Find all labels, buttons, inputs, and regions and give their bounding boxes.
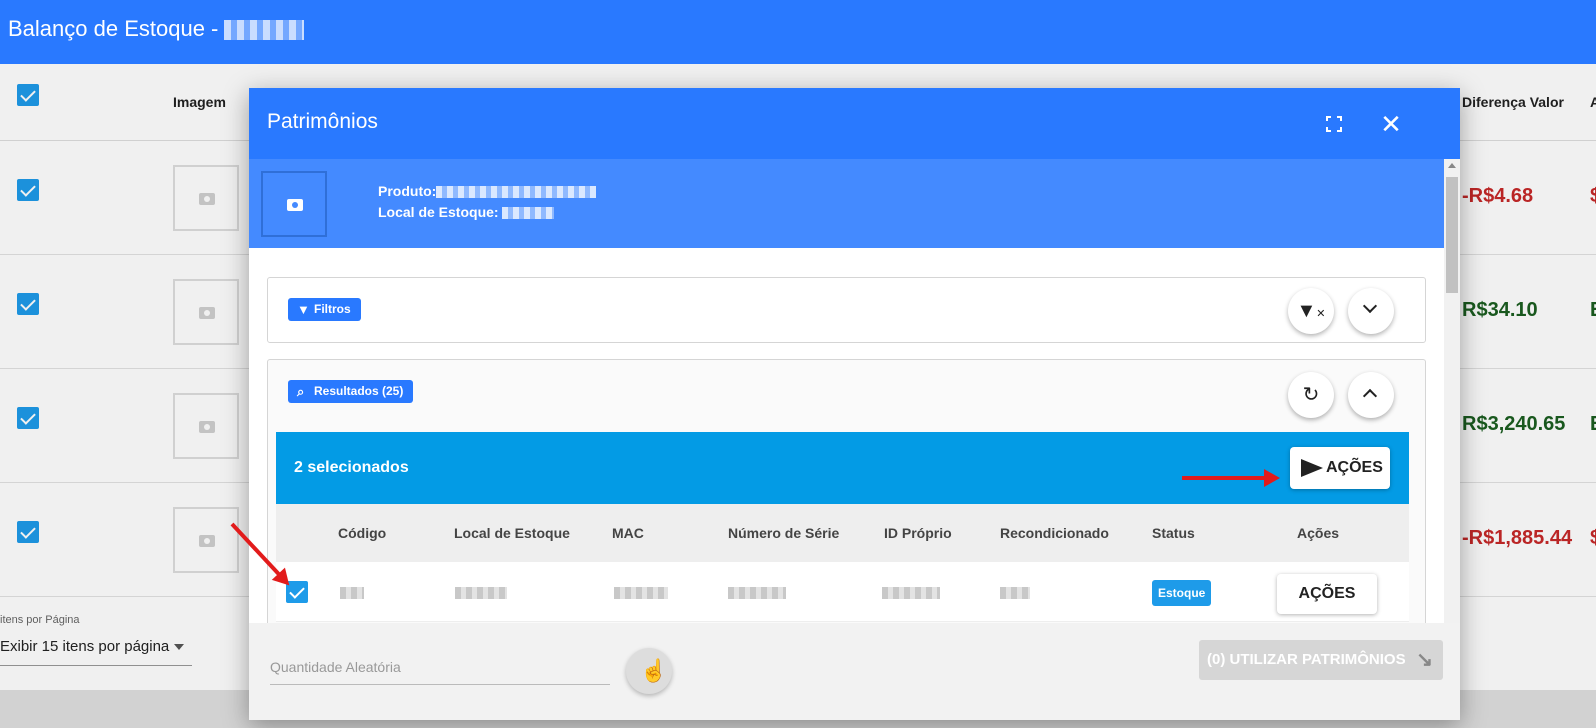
col-serial: Número de Série <box>728 525 840 541</box>
product-banner: Produto: Local de Estoque: <box>249 159 1444 248</box>
col-code: Código <box>338 525 387 541</box>
col-stock-location: Local de Estoque <box>454 525 570 541</box>
modal-scrollbar[interactable] <box>1444 159 1460 623</box>
expand-filters-button[interactable] <box>1348 288 1394 334</box>
annotation-arrow-actions <box>1182 469 1280 487</box>
redacted-code <box>340 587 364 599</box>
selection-toolbar: 2 selecionados AÇÕES <box>276 432 1409 504</box>
refresh-icon: ↻ <box>1302 384 1320 406</box>
modal-title: Patrimônios <box>267 110 378 133</box>
col-own-id: ID Próprio <box>884 525 952 541</box>
redacted-own-id <box>882 587 940 599</box>
stock-location-line: Local de Estoque: <box>378 204 555 220</box>
random-quantity-input[interactable] <box>270 649 610 685</box>
random-select-button[interactable]: ☝ <box>626 648 672 694</box>
asset-row[interactable]: Estoque AÇÕES <box>276 562 1409 622</box>
row-actions-button[interactable]: AÇÕES <box>1277 574 1377 614</box>
use-assets-button[interactable]: (0) UTILIZAR PATRIMÔNIOS ↘ <box>1199 640 1443 680</box>
filters-chip[interactable]: ▼ Filtros <box>288 298 361 321</box>
camera-icon <box>287 199 303 211</box>
filter-icon: ▼ <box>297 302 310 317</box>
scroll-up-icon[interactable] <box>1448 163 1456 168</box>
redacted-serial <box>728 587 786 599</box>
scroll-thumb[interactable] <box>1446 177 1458 293</box>
refresh-button[interactable]: ↻ <box>1288 372 1334 418</box>
product-label: Produto: <box>378 183 437 199</box>
clear-filter-icon: ▼✕ <box>1296 300 1326 322</box>
filters-panel: ▼ Filtros ▼✕ <box>267 277 1426 343</box>
clear-filters-button[interactable]: ▼✕ <box>1288 288 1334 334</box>
chevron-up-icon <box>1362 388 1378 404</box>
send-icon <box>1301 459 1323 477</box>
col-refurbished: Recondicionado <box>1000 525 1109 541</box>
modal-footer: ☝ (0) UTILIZAR PATRIMÔNIOS↘ <box>249 623 1460 720</box>
chevron-down-icon <box>1362 298 1378 314</box>
assets-table-header: Código Local de Estoque MAC Número de Sé… <box>276 504 1409 562</box>
search-icon: ⌕ <box>297 384 305 399</box>
modal-header: Patrimônios ✕ <box>249 88 1460 159</box>
arrow-down-right-icon: ↘ <box>1416 649 1433 671</box>
redacted-mac <box>614 587 668 599</box>
redacted-location <box>455 587 507 599</box>
redacted-refurbished <box>1000 587 1030 599</box>
close-icon: ✕ <box>1380 109 1402 139</box>
bulk-actions-button[interactable]: AÇÕES <box>1290 447 1390 489</box>
redacted-product <box>436 186 597 199</box>
hand-pointer-icon: ☝ <box>640 658 668 683</box>
fullscreen-icon <box>1326 116 1342 132</box>
page-title: Balanço de Estoque - <box>8 16 305 42</box>
selected-count: 2 selecionados <box>294 459 409 476</box>
stock-location-label: Local de Estoque: <box>378 204 499 220</box>
results-chip[interactable]: ⌕ Resultados (25) <box>288 380 414 403</box>
close-button[interactable]: ✕ <box>1375 108 1407 140</box>
fullscreen-button[interactable] <box>1318 108 1350 140</box>
product-line: Produto: <box>378 183 597 199</box>
collapse-results-button[interactable] <box>1348 372 1394 418</box>
status-badge: Estoque <box>1152 580 1212 606</box>
redacted-location <box>502 207 555 220</box>
col-mac: MAC <box>612 525 644 541</box>
redacted-title <box>224 20 305 41</box>
assets-modal: Patrimônios ✕ Produto: Local de Estoque:… <box>249 88 1460 720</box>
col-actions: Ações <box>1297 525 1340 541</box>
app-header: Balanço de Estoque - <box>0 0 1596 64</box>
col-status: Status <box>1152 525 1195 541</box>
product-image <box>261 171 327 237</box>
